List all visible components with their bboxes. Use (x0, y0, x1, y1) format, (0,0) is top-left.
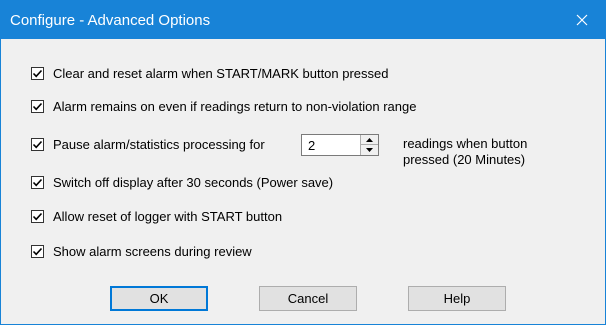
title-bar: Configure - Advanced Options (1, 1, 605, 39)
option-label: Show alarm screens during review (53, 243, 252, 259)
pause-readings-value[interactable]: 2 (308, 138, 315, 153)
window-title: Configure - Advanced Options (10, 12, 211, 29)
checkbox-show-alarm-screens[interactable] (31, 244, 44, 258)
spin-up-button[interactable] (361, 135, 378, 145)
pause-readings-spinbox[interactable]: 2 (301, 134, 379, 156)
checkmark-icon (32, 102, 43, 110)
pause-suffix-line1: readings when button (403, 136, 528, 151)
checkmark-icon (32, 212, 43, 220)
ok-button[interactable]: OK (110, 286, 208, 311)
pause-suffix-line2: pressed (20 Minutes) (403, 152, 526, 167)
option-label: Pause alarm/statistics processing for (53, 136, 265, 152)
arrow-down-icon (366, 148, 373, 152)
close-button[interactable] (559, 1, 605, 39)
checkmark-icon (32, 247, 43, 255)
option-allow-reset-logger[interactable]: Allow reset of logger with START button (31, 208, 282, 224)
option-alarm-remains-on[interactable]: Alarm remains on even if readings return… (31, 98, 416, 114)
checkbox-alarm-remains-on[interactable] (31, 99, 44, 113)
checkbox-allow-reset-logger[interactable] (31, 209, 44, 223)
dialog-window: Configure - Advanced Options Clear and r… (0, 0, 606, 325)
option-label: Clear and reset alarm when START/MARK bu… (53, 65, 389, 81)
arrow-up-icon (366, 137, 373, 142)
option-clear-reset-alarm[interactable]: Clear and reset alarm when START/MARK bu… (31, 65, 389, 81)
help-button[interactable]: Help (408, 286, 506, 311)
option-label: Switch off display after 30 seconds (Pow… (53, 174, 334, 190)
option-label: Allow reset of logger with START button (53, 208, 283, 224)
option-show-alarm-screens[interactable]: Show alarm screens during review (31, 243, 252, 259)
spin-down-button[interactable] (361, 145, 378, 155)
option-switch-off-display[interactable]: Switch off display after 30 seconds (Pow… (31, 174, 333, 190)
checkmark-icon (32, 69, 43, 77)
checkmark-icon (32, 140, 43, 148)
checkbox-clear-reset-alarm[interactable] (31, 66, 44, 80)
checkbox-pause-alarm[interactable] (31, 137, 44, 151)
option-label: Alarm remains on even if readings return… (53, 98, 417, 114)
cancel-button[interactable]: Cancel (259, 286, 357, 311)
close-icon (576, 14, 588, 26)
checkmark-icon (32, 178, 43, 186)
option-pause-alarm[interactable]: Pause alarm/statistics processing for (31, 136, 265, 152)
checkbox-switch-off-display[interactable] (31, 175, 44, 189)
spin-buttons (360, 135, 378, 155)
